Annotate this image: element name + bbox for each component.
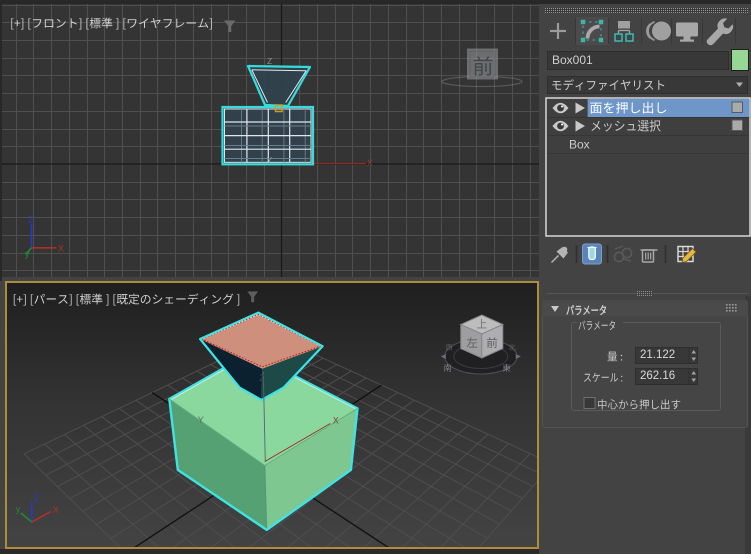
svg-text:y: y — [15, 504, 20, 514]
svg-text:Z: Z — [259, 373, 265, 383]
svg-text:Y: Y — [267, 155, 273, 165]
svg-text:X: X — [332, 416, 338, 426]
svg-text:X: X — [52, 505, 58, 515]
svg-text:Y: Y — [197, 415, 203, 425]
svg-text:X: X — [58, 243, 64, 253]
svg-text:Z: Z — [33, 493, 39, 503]
svg-text:Z: Z — [267, 56, 272, 66]
svg-text:Box: Box — [569, 138, 590, 152]
svg-text:X: X — [367, 158, 373, 168]
svg-text:y: y — [25, 249, 30, 259]
svg-text:Z: Z — [28, 214, 34, 224]
